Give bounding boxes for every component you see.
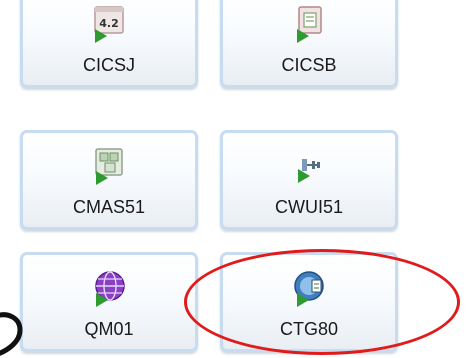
svg-text:4.2: 4.2 — [99, 17, 119, 30]
tile-cicsj[interactable]: 4.2 CICSJ — [20, 0, 198, 88]
tile-cmas51[interactable]: CMAS51 — [20, 130, 198, 230]
queue-manager-globe-icon — [95, 271, 125, 307]
server-tile-grid: 4.2 CICSJ CICSB CMAS51 CWUI51 QM01 CTG80 — [0, 0, 468, 358]
cmas-icon — [95, 148, 123, 185]
cics-bundle-icon — [297, 6, 322, 43]
transaction-gateway-icon — [294, 271, 324, 307]
cropped-glyph-fragment — [0, 312, 23, 356]
tile-label: CTG80 — [279, 319, 339, 339]
tile-label: QM01 — [84, 319, 134, 339]
tile-label: CICSB — [281, 55, 337, 75]
tile-label: CMAS51 — [72, 197, 146, 217]
tile-ctg80[interactable]: CTG80 — [220, 252, 398, 352]
tile-label: CICSJ — [82, 55, 135, 75]
cics-java-icon: 4.2 — [94, 6, 124, 43]
tile-qm01[interactable]: QM01 — [20, 252, 198, 352]
tile-cwui51[interactable]: CWUI51 — [220, 130, 398, 230]
cwui-icon — [298, 159, 320, 183]
tile-label: CWUI51 — [274, 197, 343, 217]
tile-cicsb[interactable]: CICSB — [220, 0, 398, 88]
